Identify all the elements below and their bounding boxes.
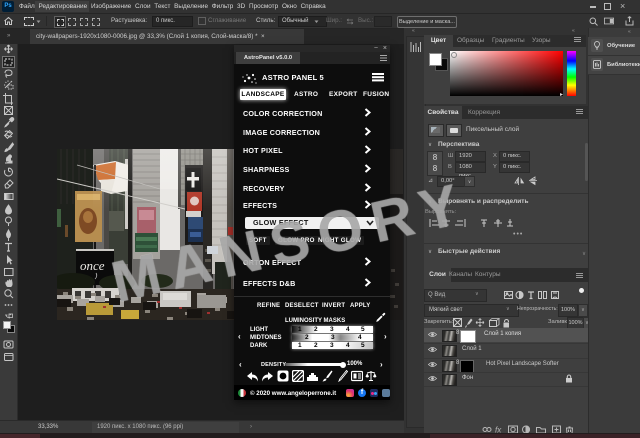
svg-text:once: once [80,258,105,273]
